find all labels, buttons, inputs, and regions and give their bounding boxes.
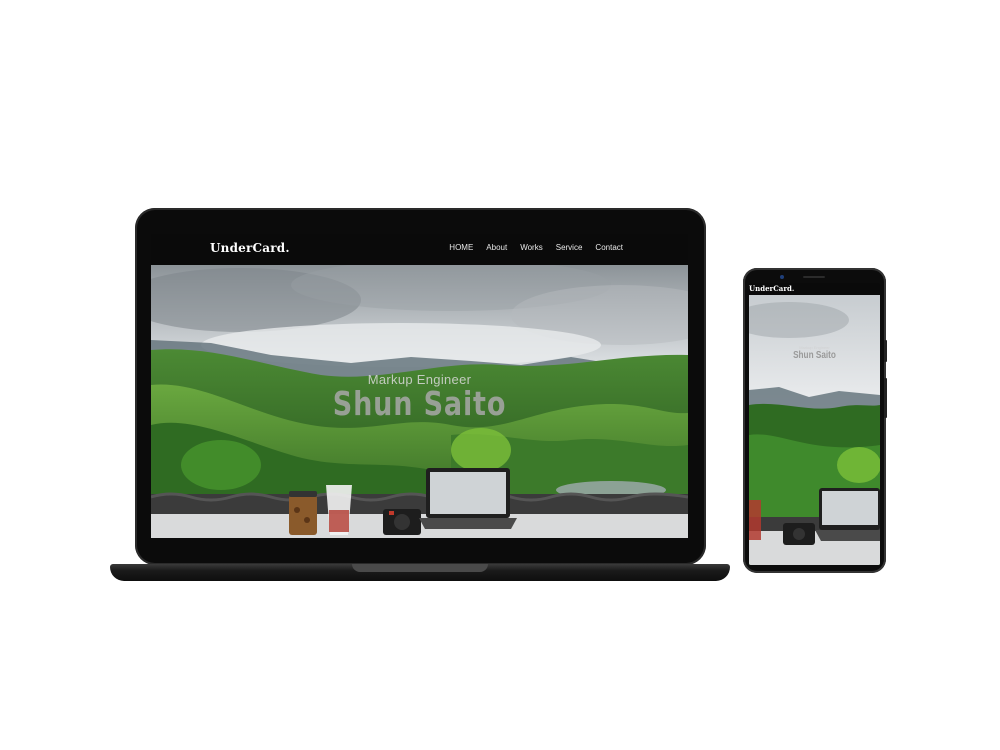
phone-site-header: UnderCard. — [749, 283, 880, 295]
nav-home[interactable]: HOME — [449, 243, 473, 252]
hero-text: Markup Engineer Shun Saito — [151, 372, 688, 423]
phone-speaker — [803, 276, 825, 278]
brand-logo[interactable]: UnderCard. — [210, 241, 290, 255]
phone-screen: UnderCard. Markup Engineer Shun Saito — [749, 283, 880, 565]
laptop-screen: UnderCard. HOME About Works Service Cont… — [151, 234, 688, 538]
phone-hero-title: Shun Saito — [793, 350, 836, 361]
nav-service[interactable]: Service — [556, 243, 583, 252]
hero-title: Shun Saito — [332, 384, 507, 423]
nav-contact[interactable]: Contact — [595, 243, 623, 252]
nav-about[interactable]: About — [486, 243, 507, 252]
phone-side-button — [884, 340, 887, 362]
phone-hero-landscape-image — [749, 295, 880, 565]
nav-works[interactable]: Works — [520, 243, 543, 252]
phone-brand-logo[interactable]: UnderCard. — [749, 284, 794, 293]
phone-side-button — [884, 378, 887, 418]
phone-hero-section: Markup Engineer Shun Saito — [749, 295, 880, 565]
phone-hero-text: Markup Engineer Shun Saito — [749, 345, 880, 361]
site-header: UnderCard. HOME About Works Service Cont… — [151, 234, 688, 265]
laptop-notch — [352, 564, 488, 572]
hero-section: Markup Engineer Shun Saito — [151, 265, 688, 538]
phone-camera-icon — [780, 275, 784, 279]
main-nav: HOME About Works Service Contact — [449, 243, 623, 252]
